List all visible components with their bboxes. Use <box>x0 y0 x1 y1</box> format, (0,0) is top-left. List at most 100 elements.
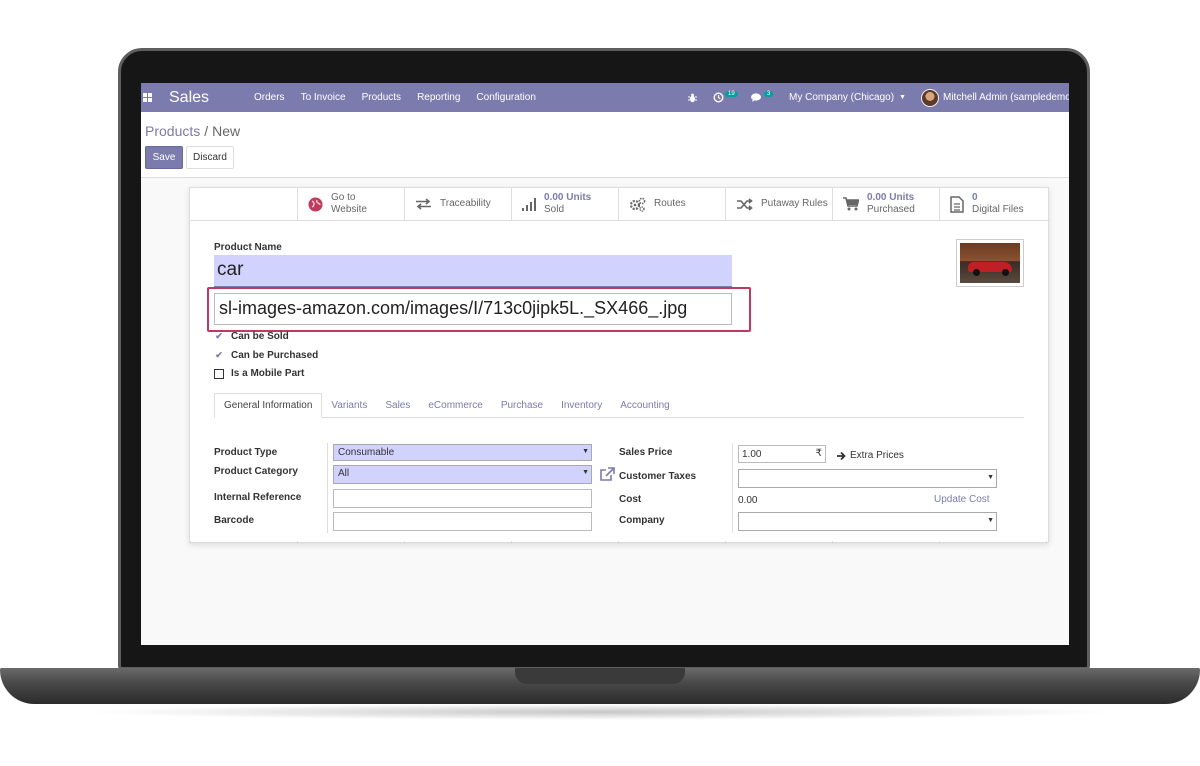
units-sold-value: 0.00 Units <box>544 192 592 203</box>
digital-files-button[interactable]: 0 Digital Files <box>940 188 1047 220</box>
customer-taxes-select[interactable]: ▼ <box>738 469 997 488</box>
tab-inventory[interactable]: Inventory <box>552 393 611 418</box>
smart-label: Traceability <box>440 198 491 209</box>
cost-label: Cost <box>619 494 642 505</box>
activity-button[interactable]: 19 <box>713 83 738 112</box>
check-icon: ✔ <box>215 350 223 360</box>
smart-label: Putaway Rules <box>761 198 828 209</box>
main-menu: Orders To Invoice Products Reporting Con… <box>254 83 552 112</box>
tab-accounting[interactable]: Accounting <box>611 393 678 418</box>
sales-price-value: 1.00 <box>742 449 762 460</box>
sales-price-label: Sales Price <box>619 447 673 458</box>
internal-reference-input[interactable] <box>333 489 592 508</box>
cost-value: 0.00 <box>738 495 758 506</box>
company-switcher[interactable]: My Company (Chicago) ▼ <box>789 83 906 112</box>
units-purchased-button[interactable]: 0.00 Units Purchased <box>833 188 940 220</box>
app-brand[interactable]: Sales <box>169 83 209 112</box>
product-type-value: Consumable <box>338 447 395 458</box>
breadcrumb-separator: / <box>204 123 209 139</box>
tab-variants[interactable]: Variants <box>322 393 376 418</box>
laptop-shadow <box>80 704 1120 720</box>
breadcrumb: Products / New <box>145 123 240 139</box>
debug-icon[interactable] <box>688 83 697 112</box>
sheet-bottom-divider <box>190 541 1050 544</box>
message-badge: 3 <box>764 90 774 97</box>
internal-reference-label: Internal Reference <box>214 492 302 503</box>
check-icon: ✔ <box>215 331 223 341</box>
tab-sales[interactable]: Sales <box>376 393 419 418</box>
barcode-label: Barcode <box>214 515 255 526</box>
product-name-label: Product Name <box>214 242 282 253</box>
wheel <box>1002 269 1009 276</box>
tab-general-information[interactable]: General Information <box>214 393 323 418</box>
smart-label: Website <box>331 204 367 215</box>
product-type-select[interactable]: Consumable ▼ <box>333 444 592 461</box>
units-purchased-value: 0.00 Units <box>867 192 915 203</box>
rupee-icon: ₹ <box>815 448 822 459</box>
menu-products[interactable]: Products <box>362 92 401 103</box>
product-category-value: All <box>338 468 350 479</box>
putaway-rules-button[interactable]: Putaway Rules <box>726 188 833 220</box>
messaging-button[interactable]: 3 <box>751 83 774 112</box>
extra-prices-label: Extra Prices <box>850 450 904 461</box>
checkbox-label: Is a Mobile Part <box>231 368 305 379</box>
units-sold-button[interactable]: 0.00 Units Sold <box>512 188 619 220</box>
save-button[interactable]: Save <box>145 146 183 169</box>
traceability-button[interactable]: Traceability <box>405 188 512 220</box>
is-mobile-part-checkbox[interactable]: Is a Mobile Part <box>214 368 304 379</box>
extra-prices-button[interactable]: Extra Prices <box>836 450 904 461</box>
smart-button-bar: Go to Website Traceability 0.00 Units Sold… <box>190 188 1050 221</box>
routes-button[interactable]: Routes <box>619 188 726 220</box>
activity-badge: 19 <box>725 90 738 97</box>
menu-reporting[interactable]: Reporting <box>417 92 460 103</box>
app-screen: Sales Orders To Invoice Products Reporti… <box>141 83 1069 645</box>
chat-icon <box>751 92 761 102</box>
update-cost-link[interactable]: Update Cost <box>934 494 990 505</box>
avatar <box>921 88 939 107</box>
checkbox-label: Can be Purchased <box>231 350 319 361</box>
menu-orders[interactable]: Orders <box>254 92 285 103</box>
discard-button[interactable]: Discard <box>186 146 234 169</box>
product-type-label: Product Type <box>214 447 278 458</box>
apps-menu-icon[interactable] <box>141 83 153 112</box>
notebook-tabs: General Information Variants Sales eComm… <box>214 393 1024 418</box>
go-to-website-button[interactable]: Go to Website <box>298 188 405 220</box>
can-be-sold-checkbox[interactable]: ✔ Can be Sold <box>214 331 289 342</box>
user-name: Mitchell Admin (sampledemo <box>943 92 1069 103</box>
globe-icon <box>308 197 323 211</box>
tab-ecommerce[interactable]: eCommerce <box>419 393 491 418</box>
product-category-select[interactable]: All ▼ <box>333 465 592 484</box>
product-name-input[interactable]: car <box>214 255 732 287</box>
top-navbar: Sales Orders To Invoice Products Reporti… <box>141 83 1069 112</box>
menu-configuration[interactable]: Configuration <box>476 92 535 103</box>
company-select[interactable]: ▼ <box>738 512 997 531</box>
user-menu[interactable]: Mitchell Admin (sampledemo <box>921 83 1069 112</box>
clock-icon <box>713 92 724 103</box>
checkbox-label: Can be Sold <box>231 331 289 342</box>
empty-checkbox-icon <box>214 368 224 379</box>
cogs-icon <box>629 197 646 212</box>
column-divider <box>732 443 733 533</box>
breadcrumb-products[interactable]: Products <box>145 123 200 139</box>
product-category-label: Product Category <box>214 466 298 477</box>
laptop-notch <box>515 668 685 684</box>
caret-down-icon: ▼ <box>582 448 589 455</box>
smart-label: Sold <box>544 204 565 215</box>
sales-price-input[interactable]: 1.00 ₹ <box>738 445 826 463</box>
column-divider <box>327 443 328 533</box>
product-image[interactable] <box>956 239 1024 287</box>
wheel <box>973 269 980 276</box>
customer-taxes-label: Customer Taxes <box>619 471 697 482</box>
digital-files-count: 0 <box>972 192 978 203</box>
control-panel: Products / New Save Discard <box>141 112 1069 178</box>
menu-to-invoice[interactable]: To Invoice <box>301 92 346 103</box>
can-be-purchased-checkbox[interactable]: ✔ Can be Purchased <box>214 350 318 361</box>
random-icon <box>737 197 753 211</box>
external-link-icon[interactable] <box>600 467 615 481</box>
file-icon <box>950 195 964 213</box>
tab-purchase[interactable]: Purchase <box>492 393 552 418</box>
caret-down-icon: ▼ <box>899 94 906 101</box>
form-sheet: Go to Website Traceability 0.00 Units Sold… <box>189 187 1050 544</box>
barcode-input[interactable] <box>333 512 592 531</box>
breadcrumb-current: New <box>212 123 241 139</box>
